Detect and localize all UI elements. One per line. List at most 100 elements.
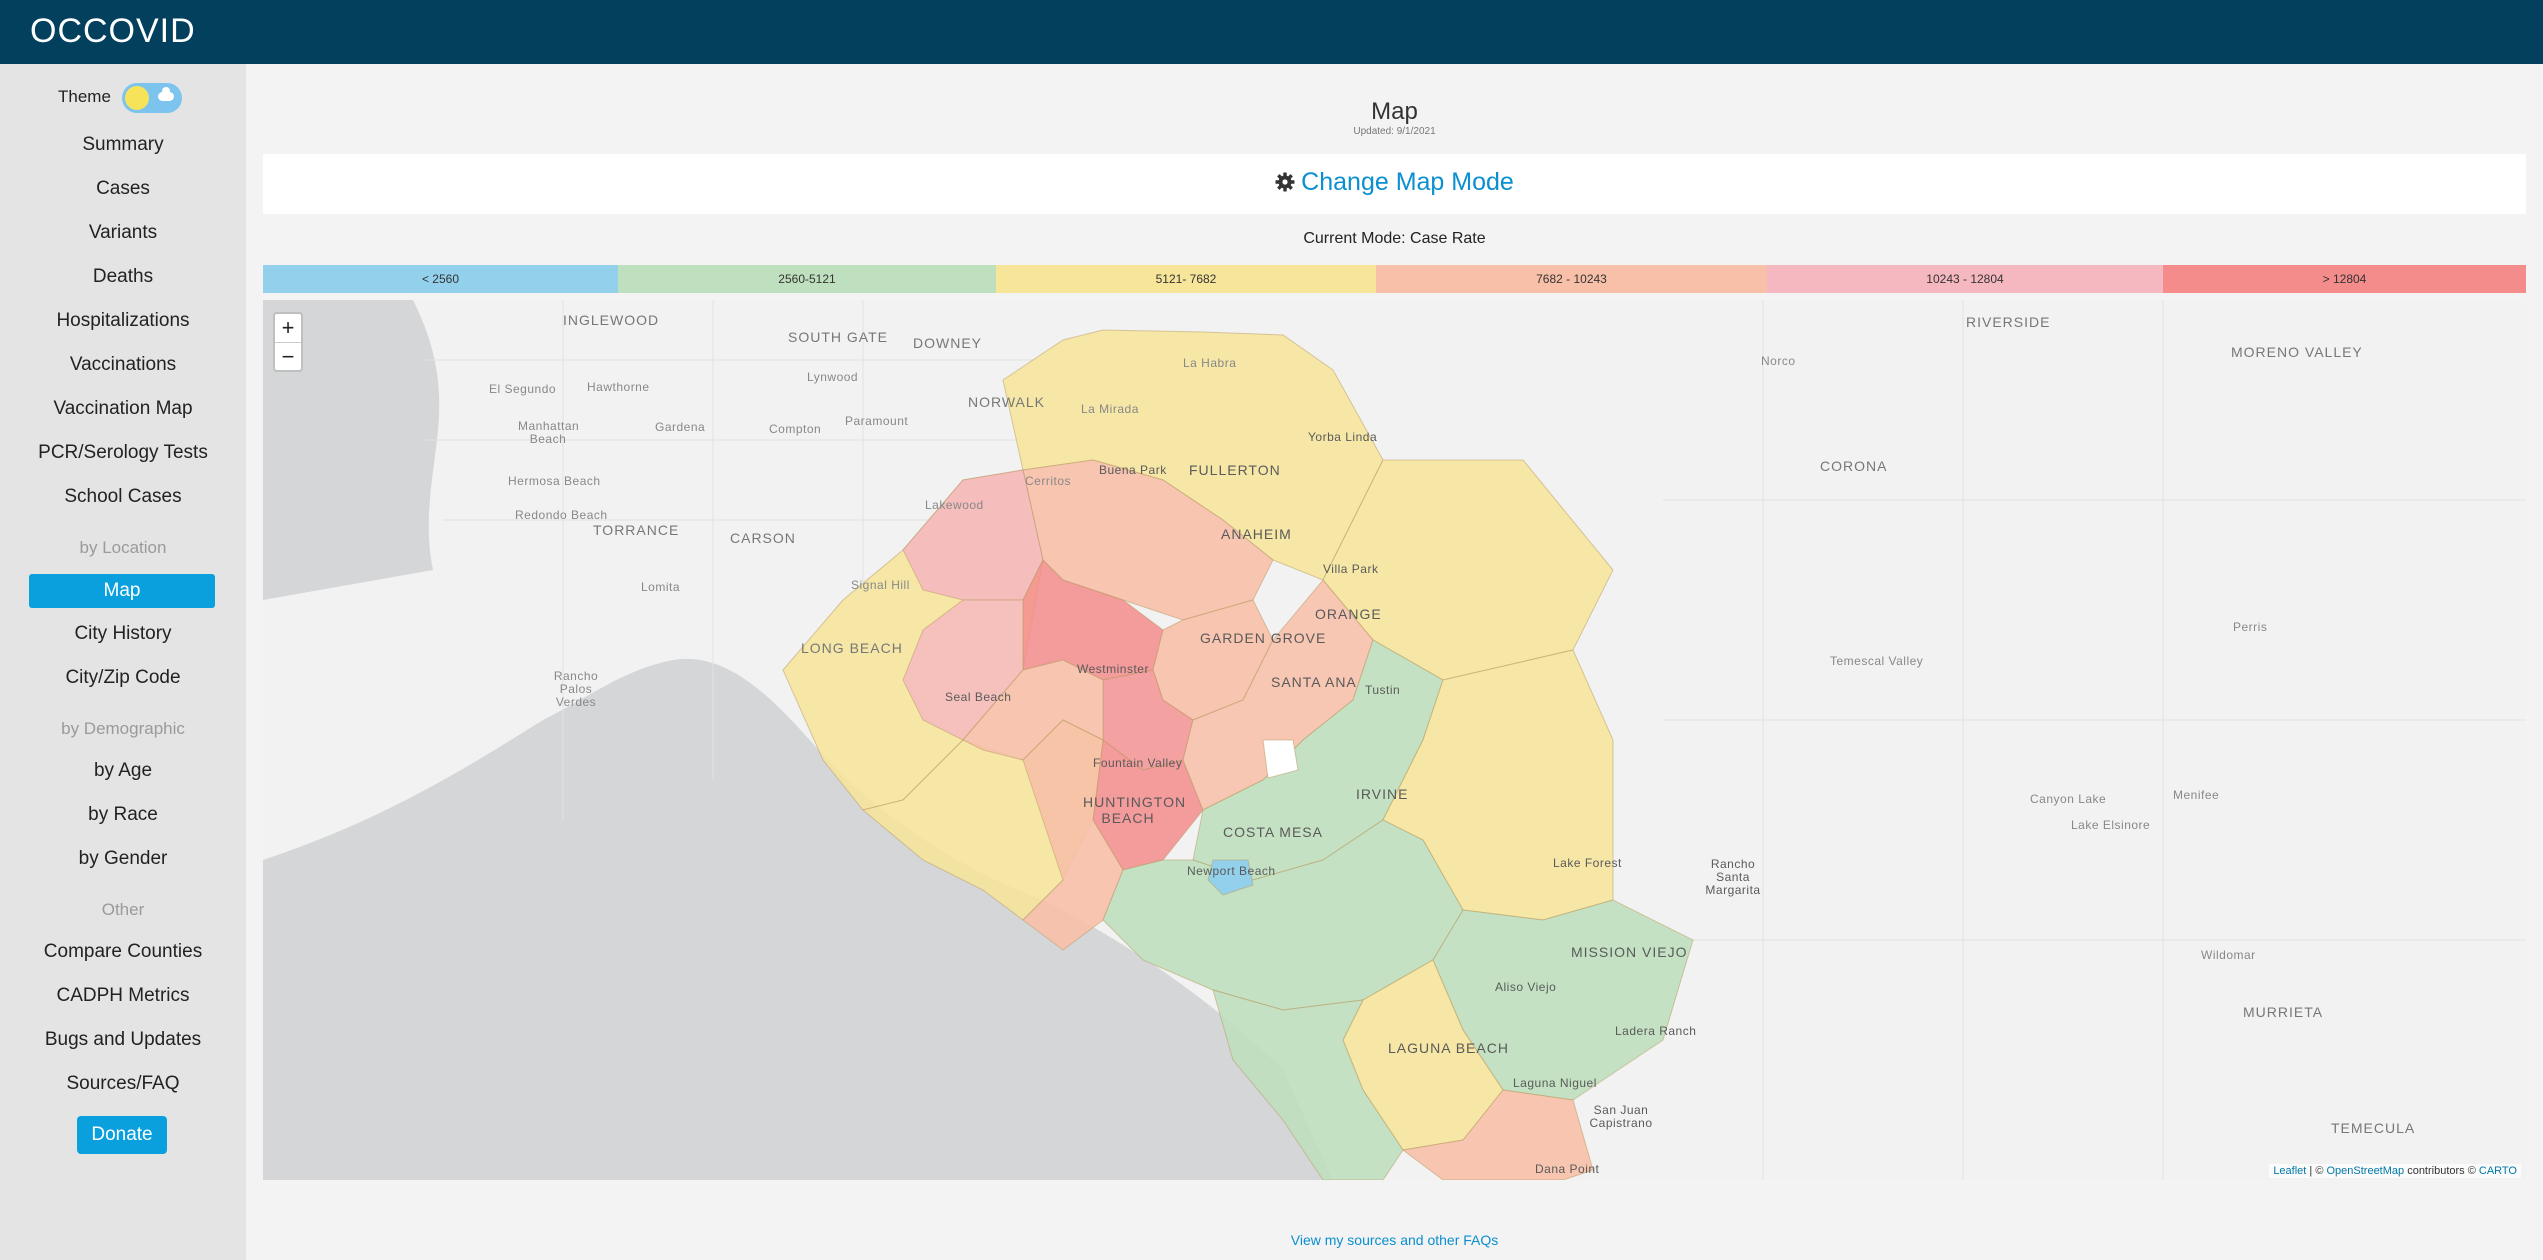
map-label: IRVINE (1356, 786, 1409, 802)
nav-city-history[interactable]: City History (0, 623, 246, 645)
updated-date: Updated: 9/1/2021 (1353, 126, 1436, 137)
map-label: SANTA ANA (1271, 674, 1357, 690)
section-by-demographic: by Demographic (61, 719, 185, 738)
current-mode-label: Current Mode: Case Rate (1303, 230, 1486, 247)
nav-vaccinations[interactable]: Vaccinations (0, 354, 246, 376)
map-label: Perris (2233, 620, 2268, 634)
map-label: Aliso Viejo (1495, 980, 1557, 994)
change-map-mode-panel: Change Map Mode (263, 154, 2526, 214)
nav-cases[interactable]: Cases (0, 178, 246, 200)
map-label: CORONA (1820, 458, 1888, 474)
map-label: LONG BEACH (801, 640, 903, 656)
main-content: Map Updated: 9/1/2021 Change Map Mode Cu… (246, 64, 2543, 1260)
map-label: Canyon Lake (2030, 792, 2107, 806)
section-by-location: by Location (79, 538, 167, 557)
nav-summary[interactable]: Summary (0, 134, 246, 156)
nav-pcr-serology-tests[interactable]: PCR/Serology Tests (0, 442, 246, 464)
change-map-mode-button[interactable]: Change Map Mode (263, 168, 2526, 197)
legend-bin-2: 2560-5121 (618, 265, 996, 293)
map-label: GARDEN GROVE (1200, 630, 1327, 646)
map-label: Lake Forest (1553, 856, 1622, 870)
cloud-icon (158, 87, 174, 101)
case-rate-map[interactable]: INGLEWOOD SOUTH GATE DOWNEY El Segundo H… (263, 300, 2526, 1180)
attribution-text: contributors © (2404, 1165, 2479, 1177)
nav-sources-faq[interactable]: Sources/FAQ (0, 1073, 246, 1095)
map-label: Buena Park (1099, 463, 1167, 477)
change-map-mode-label: Change Map Mode (1301, 168, 1514, 196)
map-label: La Mirada (1081, 402, 1139, 416)
map-label: TORRANCE (593, 522, 680, 538)
map-label: Tustin (1365, 683, 1401, 697)
gear-icon (1275, 172, 1295, 192)
map-label: Compton (769, 422, 822, 436)
map-label: Wildomar (2201, 948, 2256, 962)
map-label: Norco (1761, 354, 1796, 368)
map-label: DOWNEY (913, 335, 982, 351)
map-label: Westminster (1077, 662, 1149, 676)
zoom-out-button[interactable]: − (275, 342, 301, 370)
map-label: MURRIETA (2243, 1004, 2324, 1020)
nav-city-zip-code[interactable]: City/Zip Code (0, 667, 246, 689)
openstreetmap-link[interactable]: OpenStreetMap (2326, 1165, 2404, 1177)
sidebar: Theme Summary Cases Variants Deaths Hosp… (0, 64, 246, 1260)
sun-icon (125, 86, 149, 110)
map-label: LAGUNA BEACH (1388, 1040, 1509, 1056)
nav-compare-counties[interactable]: Compare Counties (0, 941, 246, 963)
nav-school-cases[interactable]: School Cases (0, 486, 246, 508)
map-label: Signal Hill (851, 578, 910, 592)
legend-bin-1: < 2560 (263, 265, 618, 293)
map-label: Fountain Valley (1093, 756, 1183, 770)
map-label: Menifee (2173, 788, 2220, 802)
map-label: El Segundo (489, 382, 557, 396)
leaflet-link[interactable]: Leaflet (2273, 1165, 2306, 1177)
nav-deaths[interactable]: Deaths (0, 266, 246, 288)
map-label: Lake Elsinore (2071, 818, 2151, 832)
map-label: Yorba Linda (1308, 430, 1378, 444)
legend-bin-4: 7682 - 10243 (1376, 265, 1767, 293)
map-label: Newport Beach (1187, 864, 1276, 878)
zoom-in-button[interactable]: + (275, 314, 301, 342)
map-label: Temescal Valley (1830, 654, 1924, 668)
map-label: TEMECULA (2331, 1120, 2416, 1136)
theme-label: Theme (58, 87, 111, 106)
map-label: Rancho Palos Verdes (553, 669, 599, 709)
nav-map-active[interactable]: Map (29, 574, 215, 608)
map-label: ORANGE (1315, 606, 1382, 622)
map-label: Hermosa Beach (508, 474, 601, 488)
attribution-separator: | © (2306, 1165, 2327, 1177)
map-label: SOUTH GATE (788, 329, 888, 345)
map-label: FULLERTON (1189, 462, 1281, 478)
carto-link[interactable]: CARTO (2479, 1165, 2517, 1177)
legend-bin-6: > 12804 (2163, 265, 2526, 293)
nav-hospitalizations[interactable]: Hospitalizations (0, 310, 246, 332)
map-label: Manhattan Beach (518, 419, 580, 446)
case-rate-legend: < 2560 2560-5121 5121- 7682 7682 - 10243… (263, 265, 2526, 293)
nav-vaccination-map[interactable]: Vaccination Map (0, 398, 246, 420)
legend-bin-3: 5121- 7682 (996, 265, 1376, 293)
nav-by-age[interactable]: by Age (0, 760, 246, 782)
sources-faq-link[interactable]: View my sources and other FAQs (246, 1232, 2543, 1248)
zoom-control: + − (273, 312, 303, 372)
nav-cadph-metrics[interactable]: CADPH Metrics (0, 985, 246, 1007)
map-label: Lynwood (807, 370, 859, 384)
map-label: COSTA MESA (1223, 824, 1323, 840)
nav-variants[interactable]: Variants (0, 222, 246, 244)
map-label: Cerritos (1025, 474, 1072, 488)
map-label: Rancho Santa Margarita (1705, 857, 1761, 897)
map-label: RIVERSIDE (1966, 314, 2051, 330)
nav-bugs-and-updates[interactable]: Bugs and Updates (0, 1029, 246, 1051)
map-label: MISSION VIEJO (1571, 944, 1688, 960)
page-title: Map (1371, 98, 1418, 125)
nav-by-gender[interactable]: by Gender (0, 848, 246, 870)
nav-by-race[interactable]: by Race (0, 804, 246, 826)
map-label: Dana Point (1535, 1162, 1600, 1176)
map-label: Ladera Ranch (1615, 1024, 1697, 1038)
app-brand[interactable]: OCCOVID (30, 12, 196, 51)
theme-toggle[interactable] (122, 83, 182, 113)
map-label: Hawthorne (587, 380, 650, 394)
map-label: Seal Beach (945, 690, 1012, 704)
map-label: NORWALK (968, 394, 1046, 410)
map-label: HUNTINGTON BEACH (1083, 794, 1187, 826)
map-label: INGLEWOOD (563, 312, 660, 328)
donate-button[interactable]: Donate (77, 1116, 167, 1154)
